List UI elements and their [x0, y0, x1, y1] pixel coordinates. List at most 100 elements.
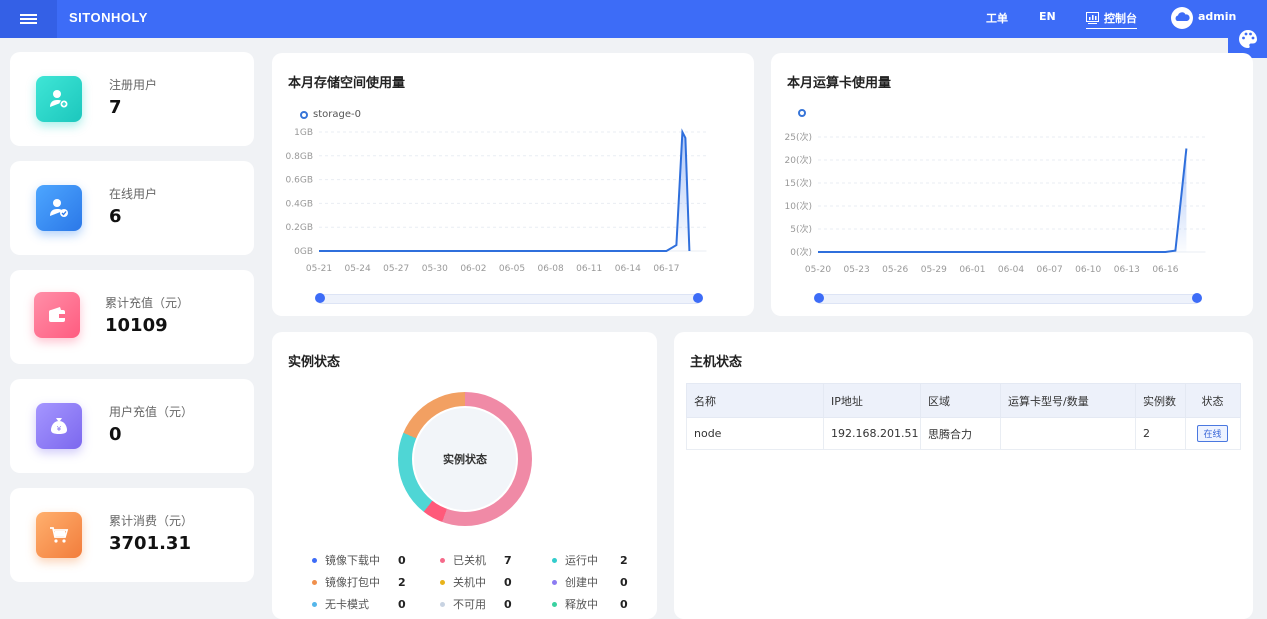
chart-zoom-slider[interactable]: [315, 293, 703, 304]
series-area: [319, 132, 690, 251]
host-gpu-cell: [1000, 417, 1136, 450]
x-tick-label: 06-10: [1075, 265, 1101, 275]
column-header: 运算卡型号/数量: [1000, 383, 1136, 418]
status-legend-item[interactable]: 无卡模式 0: [312, 596, 406, 612]
y-tick-label: 10(次): [785, 200, 812, 212]
y-tick-label: 20(次): [785, 154, 812, 166]
legend-dot: [312, 579, 317, 585]
nav-language[interactable]: EN: [1039, 10, 1056, 23]
legend-count: 2: [398, 575, 406, 589]
gpu-line-chart[interactable]: 0(次) 5(次) 10(次) 15(次) 20(次) 25(次) 05-20 05-23 05…: [771, 123, 1253, 283]
nav-workorder[interactable]: 工单: [986, 10, 1008, 26]
y-tick-label: 15(次): [785, 177, 812, 189]
y-tick-label: 0.2GB: [286, 223, 313, 233]
x-tick-label: 06-04: [998, 265, 1024, 275]
wallet-icon: [49, 307, 65, 322]
stat-icon-bg: [34, 292, 80, 338]
x-tick-label: 06-02: [460, 264, 486, 274]
x-tick-label: 05-27: [383, 264, 409, 274]
x-tick-label: 06-11: [576, 264, 602, 274]
legend-label: 关机中: [453, 576, 486, 589]
legend-count: 0: [620, 575, 628, 589]
instance-donut-chart[interactable]: 实例状态: [398, 392, 532, 526]
chart-legend[interactable]: [798, 109, 806, 117]
status-legend-item[interactable]: 创建中 0: [552, 574, 628, 590]
x-tick-label: 05-24: [345, 264, 371, 274]
stat-label: 累计消费（元）: [109, 514, 194, 528]
legend-dot: [312, 601, 317, 607]
stat-value: 3701.31: [109, 533, 191, 554]
legend-marker: [300, 110, 308, 119]
x-tick-label: 06-08: [538, 264, 564, 274]
storage-line-chart[interactable]: 0GB 0.2GB 0.4GB 0.6GB 0.8GB 1GB 05-21 05-24 05-2…: [272, 123, 754, 283]
status-legend-item[interactable]: 关机中 0: [440, 574, 512, 590]
stat-card-registered-users: 注册用户 7: [10, 52, 254, 146]
x-tick-label: 06-01: [959, 265, 985, 275]
status-legend-item[interactable]: 已关机 7: [440, 552, 512, 568]
status-legend-item[interactable]: 镜像打包中 2: [312, 574, 406, 590]
column-header: 区域: [920, 383, 1001, 418]
stat-card-total-consumption: 累计消费（元） 3701.31: [10, 488, 254, 582]
legend-label: storage-0: [313, 109, 361, 120]
menu-toggle-button[interactable]: [0, 0, 57, 38]
stat-icon-bg: ¥: [36, 403, 82, 449]
host-status-card: 主机状态 名称 IP地址 区域 运算卡型号/数量 实例数 状态 node 192…: [674, 332, 1253, 619]
legend-dot: [552, 557, 557, 563]
chart-legend[interactable]: storage-0: [300, 109, 361, 120]
host-ip-cell: 192.168.201.51: [823, 417, 921, 450]
legend-label: 不可用: [453, 598, 486, 611]
svg-text:¥: ¥: [57, 425, 62, 433]
status-legend-item[interactable]: 释放中 0: [552, 596, 628, 612]
donut-center-label: 实例状态: [412, 406, 518, 512]
chart-zoom-slider[interactable]: [814, 293, 1202, 304]
series-line[interactable]: [818, 148, 1188, 253]
legend-label: 镜像下载中: [325, 554, 380, 567]
y-tick-label: 5(次): [790, 223, 812, 235]
host-instances-cell: 2: [1135, 417, 1186, 450]
stat-card-total-recharge: 累计充值（元） 10109: [10, 270, 254, 364]
legend-count: 0: [398, 597, 406, 611]
cloud-icon: [1175, 12, 1190, 21]
legend-label: 已关机: [453, 554, 486, 567]
nav-console[interactable]: 控制台: [1086, 10, 1137, 29]
stat-label: 注册用户: [109, 78, 158, 92]
stat-value: 0: [109, 424, 122, 445]
legend-marker: [798, 109, 806, 117]
stat-value: 7: [109, 97, 122, 118]
stat-icon-bg: [36, 512, 82, 558]
legend-count: 2: [620, 553, 628, 567]
x-tick-label: 05-26: [882, 265, 908, 275]
x-tick-label: 06-13: [1114, 265, 1140, 275]
y-tick-label: 0.4GB: [286, 199, 313, 209]
status-legend-item[interactable]: 镜像下载中 0: [312, 552, 406, 568]
top-bar: SITONHOLY 工单 EN 控制台 admin: [0, 0, 1267, 38]
dashboard-icon: [1086, 12, 1099, 24]
stat-icon-bg: [36, 76, 82, 122]
user-add-icon: [50, 90, 69, 109]
gpu-usage-card: 本月运算卡使用量 0(次) 5(次) 10(次) 15(次) 20(次) 25(次) 05-…: [771, 53, 1253, 316]
palette-icon: [1238, 30, 1257, 48]
series-line[interactable]: [319, 128, 691, 252]
zoom-handle-end[interactable]: [1192, 293, 1202, 303]
legend-label: 无卡模式: [325, 598, 369, 611]
zoom-handle-start[interactable]: [315, 293, 325, 303]
y-tick-label: 0.8GB: [286, 152, 313, 162]
brand-logo[interactable]: SITONHOLY: [69, 10, 148, 25]
y-tick-label: 0GB: [294, 247, 313, 257]
zoom-handle-start[interactable]: [814, 293, 824, 303]
x-tick-label: 06-07: [1037, 265, 1063, 275]
stat-icon-bg: [36, 185, 82, 231]
x-tick-label: 05-21: [306, 264, 332, 274]
status-legend-item[interactable]: 不可用 0: [440, 596, 512, 612]
user-check-icon: [50, 199, 68, 217]
stat-label: 用户充值（元）: [109, 405, 194, 419]
host-region-cell: 思腾合力: [920, 417, 1001, 450]
y-tick-label: 1GB: [294, 128, 313, 138]
avatar[interactable]: [1171, 7, 1193, 29]
zoom-handle-end[interactable]: [693, 293, 703, 303]
table-row[interactable]: node 192.168.201.51 思腾合力 2 在线: [686, 417, 1241, 450]
legend-dot: [440, 557, 445, 563]
nav-console-label: 控制台: [1104, 12, 1137, 25]
legend-count: 0: [504, 597, 512, 611]
status-legend-item[interactable]: 运行中 2: [552, 552, 628, 568]
